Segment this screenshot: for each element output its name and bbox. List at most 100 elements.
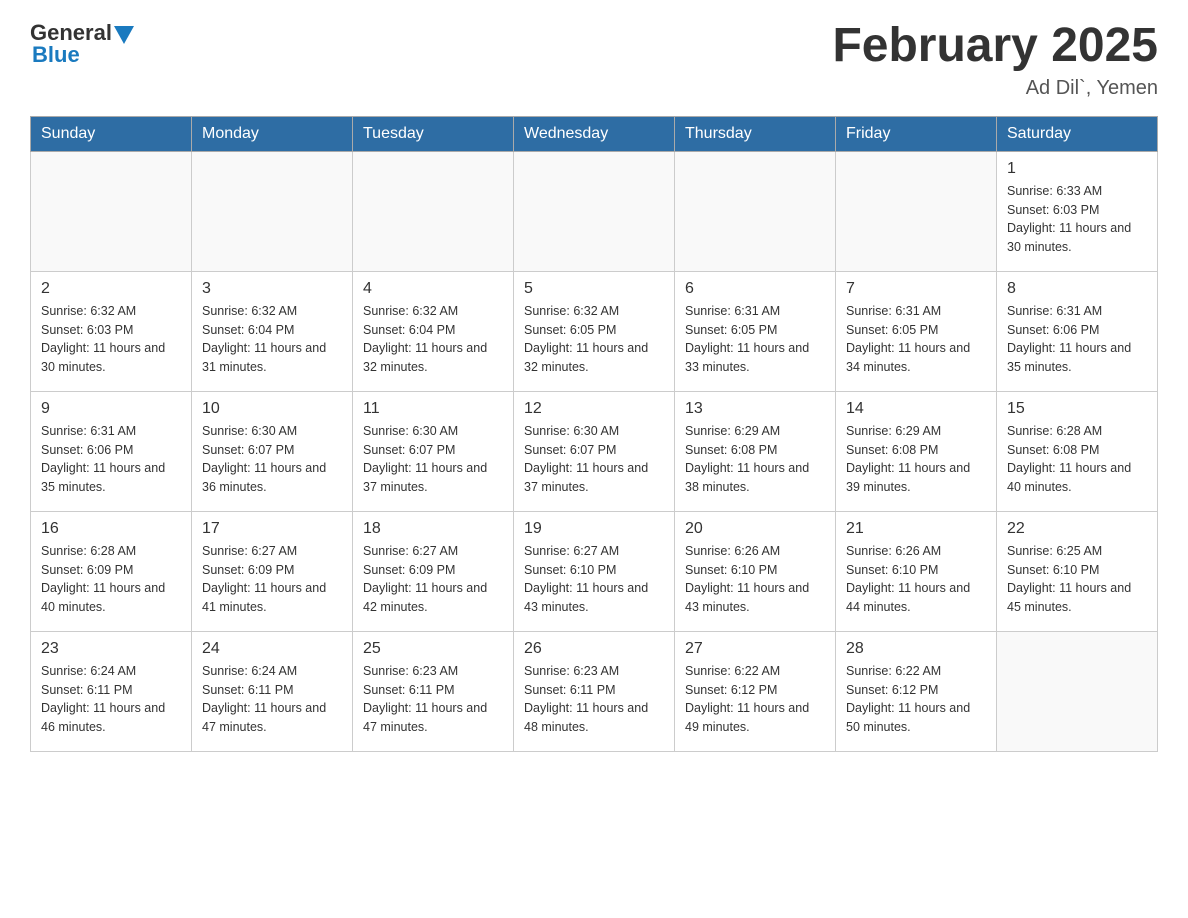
column-header-sunday: Sunday (31, 116, 192, 151)
day-number: 1 (1007, 160, 1147, 178)
day-info: Sunrise: 6:32 AMSunset: 6:04 PMDaylight:… (363, 302, 503, 377)
calendar-cell: 6 Sunrise: 6:31 AMSunset: 6:05 PMDaylight… (675, 271, 836, 391)
calendar-cell: 22 Sunrise: 6:25 AMSunset: 6:10 PMDayligh… (997, 511, 1158, 631)
day-info: Sunrise: 6:26 AMSunset: 6:10 PMDaylight:… (685, 542, 825, 617)
day-number: 21 (846, 520, 986, 538)
column-header-saturday: Saturday (997, 116, 1158, 151)
column-header-friday: Friday (836, 116, 997, 151)
day-number: 25 (363, 640, 503, 658)
day-info: Sunrise: 6:31 AMSunset: 6:06 PMDaylight:… (1007, 302, 1147, 377)
calendar-cell: 8 Sunrise: 6:31 AMSunset: 6:06 PMDaylight… (997, 271, 1158, 391)
day-info: Sunrise: 6:22 AMSunset: 6:12 PMDaylight:… (685, 662, 825, 737)
day-number: 11 (363, 400, 503, 418)
calendar-cell: 2 Sunrise: 6:32 AMSunset: 6:03 PMDaylight… (31, 271, 192, 391)
calendar-cell: 1 Sunrise: 6:33 AMSunset: 6:03 PMDaylight… (997, 151, 1158, 271)
calendar-cell: 24 Sunrise: 6:24 AMSunset: 6:11 PMDayligh… (192, 631, 353, 751)
day-number: 22 (1007, 520, 1147, 538)
calendar-cell: 11 Sunrise: 6:30 AMSunset: 6:07 PMDayligh… (353, 391, 514, 511)
calendar-cell: 19Sunrise: 6:27 AMSunset: 6:10 PMDayligh… (514, 511, 675, 631)
week-row-4: 16Sunrise: 6:28 AMSunset: 6:09 PMDayligh… (31, 511, 1158, 631)
logo-blue-text: Blue (32, 42, 80, 68)
calendar-cell: 23 Sunrise: 6:24 AMSunset: 6:11 PMDayligh… (31, 631, 192, 751)
day-info: Sunrise: 6:24 AMSunset: 6:11 PMDaylight:… (41, 662, 181, 737)
calendar-cell: 16Sunrise: 6:28 AMSunset: 6:09 PMDayligh… (31, 511, 192, 631)
day-info: Sunrise: 6:32 AMSunset: 6:03 PMDaylight:… (41, 302, 181, 377)
logo: General Blue (30, 20, 134, 68)
location-label: Ad Dil`, Yemen (832, 77, 1158, 100)
day-info: Sunrise: 6:31 AMSunset: 6:05 PMDaylight:… (685, 302, 825, 377)
calendar-cell: 13 Sunrise: 6:29 AMSunset: 6:08 PMDayligh… (675, 391, 836, 511)
calendar-cell (836, 151, 997, 271)
day-number: 2 (41, 280, 181, 298)
day-info: Sunrise: 6:23 AMSunset: 6:11 PMDaylight:… (524, 662, 664, 737)
page-header: General Blue February 2025 Ad Dil`, Yeme… (30, 20, 1158, 100)
logo-triangle-icon (114, 26, 134, 44)
calendar-cell (353, 151, 514, 271)
calendar-cell: 9Sunrise: 6:31 AMSunset: 6:06 PMDaylight… (31, 391, 192, 511)
day-info: Sunrise: 6:28 AMSunset: 6:08 PMDaylight:… (1007, 422, 1147, 497)
week-row-1: 1 Sunrise: 6:33 AMSunset: 6:03 PMDaylight… (31, 151, 1158, 271)
day-number: 12 (524, 400, 664, 418)
calendar-cell: 14Sunrise: 6:29 AMSunset: 6:08 PMDayligh… (836, 391, 997, 511)
calendar-cell: 17Sunrise: 6:27 AMSunset: 6:09 PMDayligh… (192, 511, 353, 631)
day-info: Sunrise: 6:25 AMSunset: 6:10 PMDaylight:… (1007, 542, 1147, 617)
day-info: Sunrise: 6:27 AMSunset: 6:10 PMDaylight:… (524, 542, 664, 617)
day-number: 5 (524, 280, 664, 298)
calendar-cell: 5 Sunrise: 6:32 AMSunset: 6:05 PMDaylight… (514, 271, 675, 391)
day-info: Sunrise: 6:33 AMSunset: 6:03 PMDaylight:… (1007, 182, 1147, 257)
calendar-cell: 28 Sunrise: 6:22 AMSunset: 6:12 PMDayligh… (836, 631, 997, 751)
day-info: Sunrise: 6:31 AMSunset: 6:05 PMDaylight:… (846, 302, 986, 377)
week-row-2: 2 Sunrise: 6:32 AMSunset: 6:03 PMDaylight… (31, 271, 1158, 391)
calendar-cell: 18 Sunrise: 6:27 AMSunset: 6:09 PMDayligh… (353, 511, 514, 631)
calendar-cell (675, 151, 836, 271)
day-number: 26 (524, 640, 664, 658)
calendar-cell: 21 Sunrise: 6:26 AMSunset: 6:10 PMDayligh… (836, 511, 997, 631)
column-header-thursday: Thursday (675, 116, 836, 151)
day-number: 17 (202, 520, 342, 538)
calendar-cell: 15Sunrise: 6:28 AMSunset: 6:08 PMDayligh… (997, 391, 1158, 511)
calendar-cell: 7 Sunrise: 6:31 AMSunset: 6:05 PMDaylight… (836, 271, 997, 391)
calendar-cell: 10 Sunrise: 6:30 AMSunset: 6:07 PMDayligh… (192, 391, 353, 511)
day-info: Sunrise: 6:26 AMSunset: 6:10 PMDaylight:… (846, 542, 986, 617)
day-info: Sunrise: 6:23 AMSunset: 6:11 PMDaylight:… (363, 662, 503, 737)
title-section: February 2025 Ad Dil`, Yemen (832, 20, 1158, 100)
day-info: Sunrise: 6:22 AMSunset: 6:12 PMDaylight:… (846, 662, 986, 737)
day-info: Sunrise: 6:24 AMSunset: 6:11 PMDaylight:… (202, 662, 342, 737)
day-number: 14 (846, 400, 986, 418)
day-number: 20 (685, 520, 825, 538)
calendar-cell: 27Sunrise: 6:22 AMSunset: 6:12 PMDayligh… (675, 631, 836, 751)
calendar-cell: 20 Sunrise: 6:26 AMSunset: 6:10 PMDayligh… (675, 511, 836, 631)
calendar-cell: 3Sunrise: 6:32 AMSunset: 6:04 PMDaylight… (192, 271, 353, 391)
calendar-cell (192, 151, 353, 271)
day-info: Sunrise: 6:29 AMSunset: 6:08 PMDaylight:… (685, 422, 825, 497)
column-header-wednesday: Wednesday (514, 116, 675, 151)
day-info: Sunrise: 6:27 AMSunset: 6:09 PMDaylight:… (363, 542, 503, 617)
day-info: Sunrise: 6:32 AMSunset: 6:04 PMDaylight:… (202, 302, 342, 377)
day-number: 6 (685, 280, 825, 298)
day-info: Sunrise: 6:30 AMSunset: 6:07 PMDaylight:… (363, 422, 503, 497)
day-info: Sunrise: 6:30 AMSunset: 6:07 PMDaylight:… (524, 422, 664, 497)
day-info: Sunrise: 6:30 AMSunset: 6:07 PMDaylight:… (202, 422, 342, 497)
day-number: 7 (846, 280, 986, 298)
day-number: 4 (363, 280, 503, 298)
calendar-header-row: SundayMondayTuesdayWednesdayThursdayFrid… (31, 116, 1158, 151)
day-info: Sunrise: 6:32 AMSunset: 6:05 PMDaylight:… (524, 302, 664, 377)
day-number: 8 (1007, 280, 1147, 298)
column-header-monday: Monday (192, 116, 353, 151)
day-info: Sunrise: 6:28 AMSunset: 6:09 PMDaylight:… (41, 542, 181, 617)
day-number: 18 (363, 520, 503, 538)
month-title: February 2025 (832, 20, 1158, 73)
calendar-cell: 26 Sunrise: 6:23 AMSunset: 6:11 PMDayligh… (514, 631, 675, 751)
day-number: 24 (202, 640, 342, 658)
week-row-3: 9Sunrise: 6:31 AMSunset: 6:06 PMDaylight… (31, 391, 1158, 511)
column-header-tuesday: Tuesday (353, 116, 514, 151)
day-number: 10 (202, 400, 342, 418)
day-number: 23 (41, 640, 181, 658)
week-row-5: 23 Sunrise: 6:24 AMSunset: 6:11 PMDayligh… (31, 631, 1158, 751)
day-number: 28 (846, 640, 986, 658)
calendar-cell: 12 Sunrise: 6:30 AMSunset: 6:07 PMDayligh… (514, 391, 675, 511)
calendar-cell: 25 Sunrise: 6:23 AMSunset: 6:11 PMDayligh… (353, 631, 514, 751)
calendar-cell: 4 Sunrise: 6:32 AMSunset: 6:04 PMDaylight… (353, 271, 514, 391)
day-number: 13 (685, 400, 825, 418)
day-info: Sunrise: 6:31 AMSunset: 6:06 PMDaylight:… (41, 422, 181, 497)
